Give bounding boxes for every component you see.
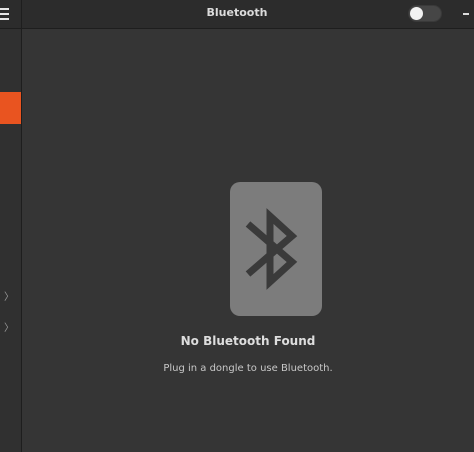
bluetooth-toggle[interactable] <box>408 5 442 22</box>
sidebar-item-bluetooth-selected[interactable] <box>0 92 21 124</box>
bluetooth-icon <box>230 182 322 316</box>
no-bluetooth-heading: No Bluetooth Found <box>180 334 316 348</box>
minimize-icon[interactable] <box>463 13 469 15</box>
header-bar: Bluetooth <box>0 0 474 29</box>
chevron-right-icon[interactable]: 〉 <box>4 293 14 303</box>
settings-window: Bluetooth 〉 〉 No Bluetooth Found Plug in… <box>0 0 474 452</box>
no-bluetooth-message: Plug in a dongle to use Bluetooth. <box>163 363 333 374</box>
sidebar: 〉 〉 <box>0 29 22 452</box>
chevron-right-icon[interactable]: 〉 <box>4 324 14 334</box>
main-content: No Bluetooth Found Plug in a dongle to u… <box>22 29 474 452</box>
toggle-knob <box>410 7 423 20</box>
window-title: Bluetooth <box>206 6 268 19</box>
